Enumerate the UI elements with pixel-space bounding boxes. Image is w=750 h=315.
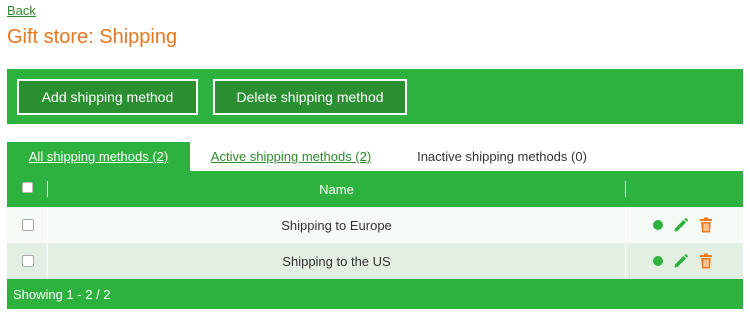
trash-icon[interactable] xyxy=(699,253,713,269)
table-row[interactable]: Shipping to Europe xyxy=(7,207,743,243)
shipping-method-name: Shipping to the US xyxy=(282,253,391,269)
table-row[interactable]: Shipping to the US xyxy=(7,243,743,279)
tab-active-shipping-methods[interactable]: Active shipping methods (2) xyxy=(197,142,385,171)
status-dot-icon[interactable] xyxy=(653,256,663,266)
trash-icon[interactable] xyxy=(699,217,713,233)
pencil-icon[interactable] xyxy=(673,217,689,233)
column-divider xyxy=(625,243,626,279)
shipping-methods-table: Name Shipping to Europe Shipping to the … xyxy=(7,171,743,309)
add-shipping-method-button[interactable]: Add shipping method xyxy=(17,79,198,115)
page-title: Gift store: Shipping xyxy=(7,26,178,48)
column-divider xyxy=(625,181,626,197)
column-divider xyxy=(625,207,626,243)
table-footer-summary: Showing 1 - 2 / 2 xyxy=(7,279,743,309)
tab-inactive-shipping-methods[interactable]: Inactive shipping methods (0) xyxy=(404,142,600,171)
column-header-name[interactable]: Name xyxy=(48,171,625,207)
row-actions xyxy=(653,216,713,234)
status-dot-icon[interactable] xyxy=(653,220,663,230)
pencil-icon[interactable] xyxy=(673,253,689,269)
row-checkbox[interactable] xyxy=(22,219,34,231)
select-all-checkbox[interactable] xyxy=(22,182,33,193)
table-header: Name xyxy=(7,171,743,207)
filter-tabs: All shipping methods (2) Active shipping… xyxy=(7,142,743,171)
back-link[interactable]: Back xyxy=(7,3,36,18)
row-checkbox[interactable] xyxy=(22,255,34,267)
tab-all-shipping-methods[interactable]: All shipping methods (2) xyxy=(7,142,190,171)
shipping-method-name: Shipping to Europe xyxy=(281,217,392,233)
toolbar: Add shipping method Delete shipping meth… xyxy=(7,69,743,124)
row-actions xyxy=(653,252,713,270)
delete-shipping-method-button[interactable]: Delete shipping method xyxy=(213,79,407,115)
